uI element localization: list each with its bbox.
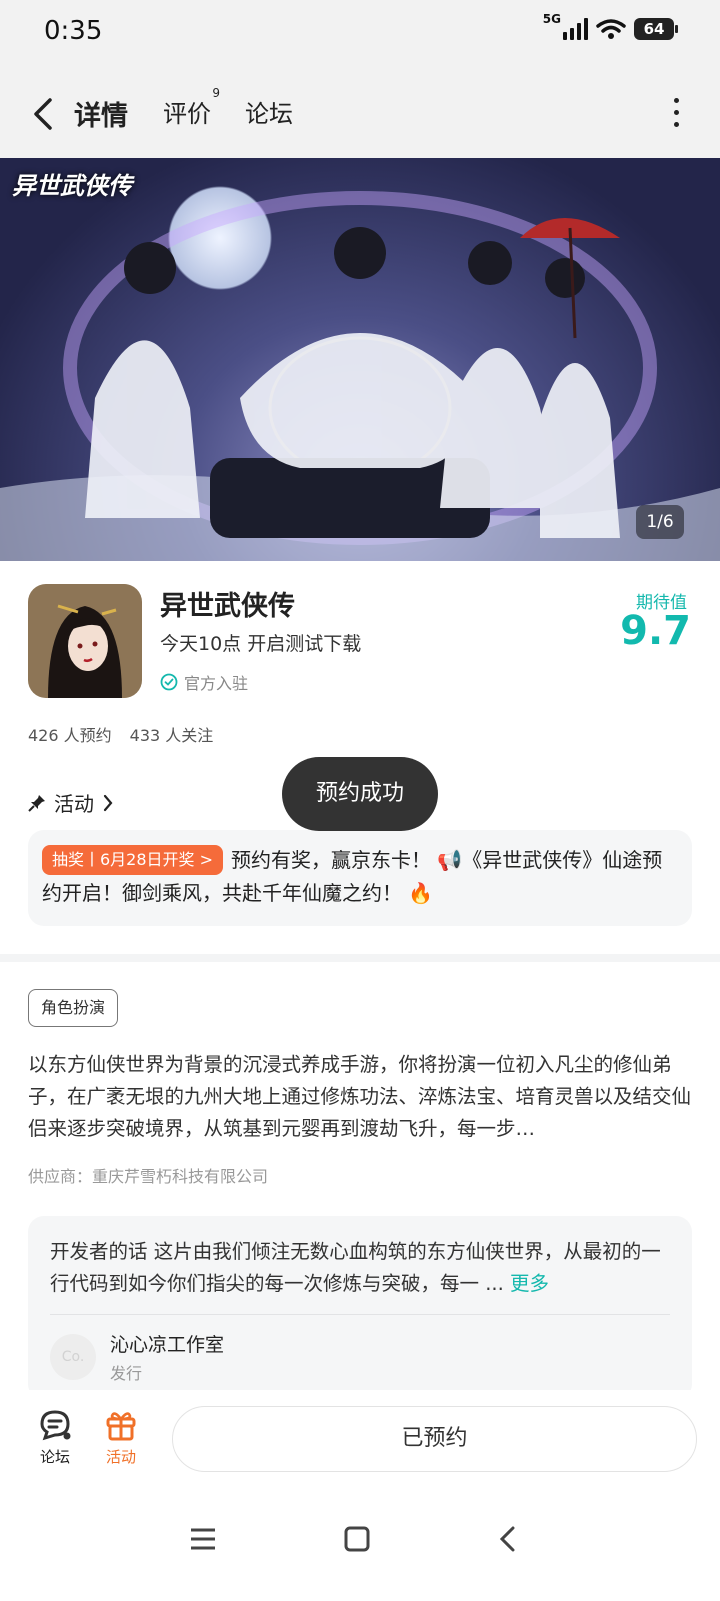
toast-message: 预约成功: [282, 757, 438, 831]
back-arrow-icon[interactable]: [26, 92, 62, 136]
bottom-activity-button[interactable]: 活动: [96, 1408, 146, 1467]
tab-detail[interactable]: 详情: [71, 94, 131, 133]
battery-icon: 64: [634, 18, 678, 40]
stats-row: 426 人预约 433 人关注: [28, 722, 213, 746]
tab-review-label: 评价: [163, 100, 211, 128]
bottom-activity-label: 活动: [105, 1448, 136, 1466]
menu-icon[interactable]: [190, 1526, 216, 1552]
banner-page-counter: 1/6: [636, 505, 684, 539]
bottom-action-bar: 论坛 活动 已预约: [0, 1390, 720, 1490]
banner-carousel[interactable]: 异世武侠传 1/6: [0, 158, 720, 561]
supplier-info: 供应商：重庆芹雪朽科技有限公司: [28, 1167, 269, 1186]
signal-icon: [563, 18, 588, 40]
activity-header-label: 活动: [54, 792, 94, 816]
genre-tag[interactable]: 角色扮演: [28, 989, 119, 1027]
expectation-score: 9.7: [620, 608, 691, 654]
tab-forum[interactable]: 论坛: [245, 94, 293, 129]
app-icon: [28, 584, 142, 698]
bottom-forum-button[interactable]: 论坛: [30, 1408, 80, 1467]
banner-artwork: [0, 191, 720, 561]
bottom-forum-label: 论坛: [39, 1448, 70, 1466]
app-title: 异世武侠传: [160, 591, 295, 622]
banner-game-logo: 异世武侠传: [12, 172, 132, 200]
developer-words-text: 开发者的话 这片由我们倾注无数心血构筑的东方仙侠世界，从最初的一行代码到如今你们…: [50, 1240, 661, 1295]
tab-detail-label: 详情: [74, 101, 128, 132]
official-badge: 官方入驻: [160, 670, 248, 694]
home-icon[interactable]: [344, 1526, 370, 1552]
gift-icon: [106, 1412, 136, 1441]
reservation-count: 426 人预约: [28, 726, 112, 745]
developer-avatar[interactable]: Co.: [50, 1334, 96, 1380]
system-navigation-bar: [0, 1490, 720, 1601]
activity-section-header[interactable]: 活动: [28, 788, 114, 817]
pin-icon: [28, 794, 45, 812]
system-back-icon[interactable]: [498, 1526, 518, 1552]
tab-review[interactable]: 评价 9: [163, 86, 220, 129]
verified-check-icon: [160, 673, 178, 691]
tab-forum-label: 论坛: [245, 100, 293, 128]
status-bar: 0:35 5G 64: [0, 0, 720, 70]
follower-count: 433 人关注: [129, 726, 214, 745]
reserved-button[interactable]: 已预约: [172, 1406, 697, 1472]
developer-name[interactable]: 沁心凉工作室: [110, 1330, 224, 1357]
developer-role: 发行: [110, 1364, 143, 1383]
chevron-right-icon: [103, 794, 113, 811]
developer-words: 开发者的话 这片由我们倾注无数心血构筑的东方仙侠世界，从最初的一行代码到如今你们…: [50, 1236, 670, 1300]
official-badge-label: 官方入驻: [184, 674, 249, 693]
more-options-icon[interactable]: [670, 98, 682, 132]
status-time: 0:35: [44, 16, 103, 46]
app-icon-art: [28, 584, 142, 698]
app-subtitle: 今天10点 开启测试下载: [160, 633, 362, 655]
game-description[interactable]: 以东方仙侠世界为背景的沉浸式养成手游，你将扮演一位初入凡尘的修仙弟子，在广袤无垠…: [28, 1049, 692, 1145]
lottery-tag[interactable]: 抽奖丨6月28日开奖 >: [42, 845, 224, 875]
wifi-icon: [596, 19, 626, 39]
more-link[interactable]: 更多: [510, 1272, 549, 1295]
status-icons: 5G 64: [537, 12, 678, 40]
section-divider: [0, 954, 720, 962]
review-count-badge: 9: [212, 86, 220, 100]
card-separator: [50, 1314, 670, 1315]
network-type: 5G: [542, 12, 561, 26]
developer-card[interactable]: 开发者的话 这片由我们倾注无数心血构筑的东方仙侠世界，从最初的一行代码到如今你们…: [28, 1216, 692, 1400]
forum-icon: [40, 1410, 71, 1441]
activity-card[interactable]: 抽奖丨6月28日开奖 > 预约有奖，赢京东卡！ 📢《异世武侠传》仙途预约开启！御剑…: [28, 830, 692, 926]
top-nav-bar: 详情 评价 9 论坛: [0, 70, 720, 158]
